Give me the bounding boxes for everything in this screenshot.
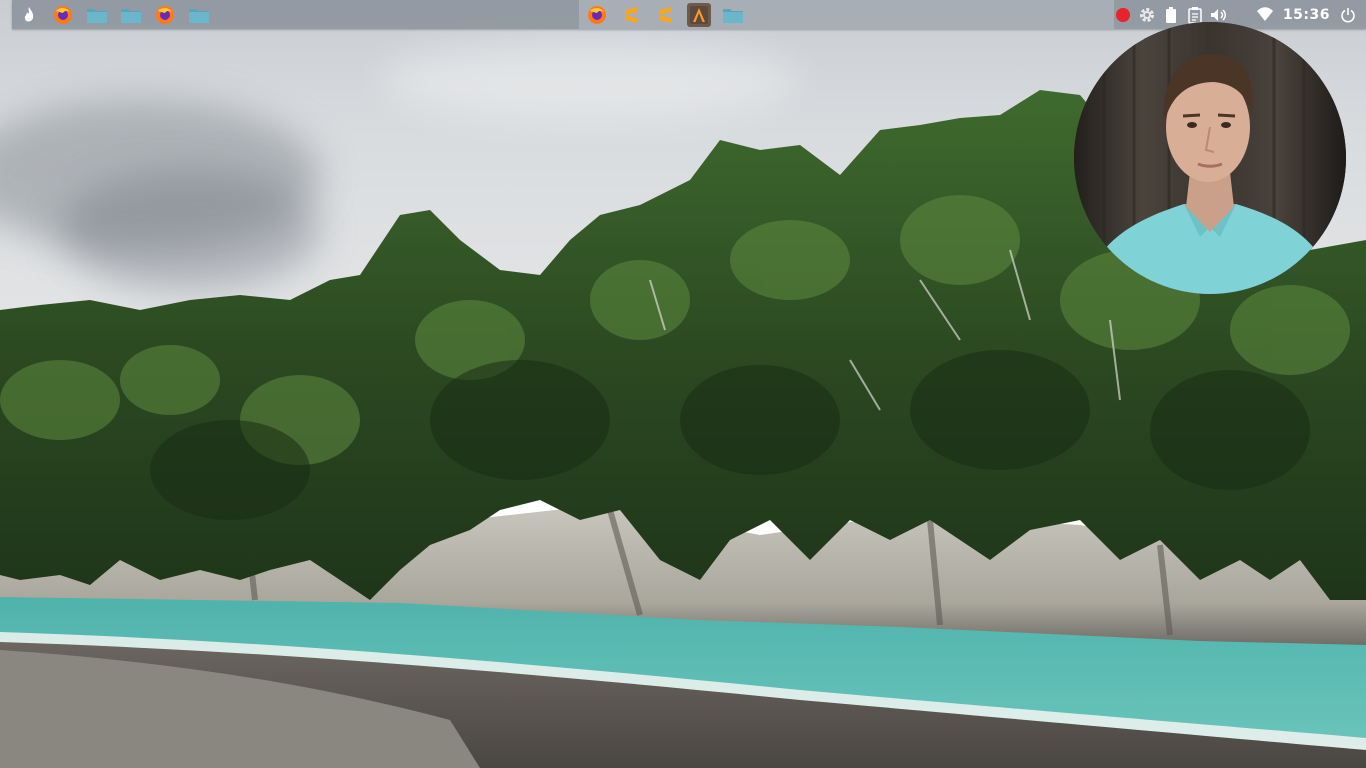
webcam-overlay[interactable]	[1074, 22, 1346, 294]
recording-indicator[interactable]	[1113, 3, 1133, 27]
launcher-firefox[interactable]	[51, 3, 75, 27]
folder-icon	[87, 8, 107, 23]
flame-app-icon	[24, 6, 34, 22]
clock[interactable]: 15:36	[1283, 7, 1330, 23]
battery-icon	[1165, 6, 1176, 23]
task-firefox[interactable]	[585, 3, 609, 27]
folder-icon	[121, 8, 141, 23]
launcher-files[interactable]	[85, 3, 109, 27]
speaker-icon	[1210, 8, 1226, 21]
record-dot-icon	[1115, 7, 1130, 22]
power-tray[interactable]	[1338, 3, 1358, 27]
task-sublime-text-2[interactable]	[653, 3, 677, 27]
wifi-icon	[1256, 6, 1273, 21]
task-sublime-text[interactable]	[619, 3, 643, 27]
firefox-icon	[588, 5, 606, 24]
network-tray[interactable]	[1255, 3, 1275, 27]
folder-icon	[723, 8, 743, 23]
clipboard-icon	[1188, 6, 1202, 24]
battery-tray[interactable]	[1161, 3, 1181, 27]
launcher-firefox-2[interactable]	[153, 3, 177, 27]
power-icon	[1341, 7, 1355, 22]
firefox-icon	[54, 5, 72, 24]
vector-app-icon	[690, 5, 708, 24]
task-vector-app[interactable]	[687, 2, 711, 27]
gear-icon	[1139, 7, 1154, 22]
launcher-bar	[12, 0, 216, 29]
taskbar	[579, 0, 1114, 29]
app-menu-button[interactable]	[17, 3, 41, 27]
launcher-files-3[interactable]	[187, 3, 211, 27]
webcam-person-image	[1074, 22, 1346, 294]
sublime-text-icon	[659, 6, 671, 23]
sublime-text-icon	[625, 6, 637, 23]
folder-icon	[189, 8, 209, 23]
task-files[interactable]	[721, 3, 745, 27]
settings-tray[interactable]	[1137, 3, 1157, 27]
firefox-icon	[156, 5, 174, 24]
top-panel: 15:36	[12, 0, 1366, 29]
launcher-files-2[interactable]	[119, 3, 143, 27]
